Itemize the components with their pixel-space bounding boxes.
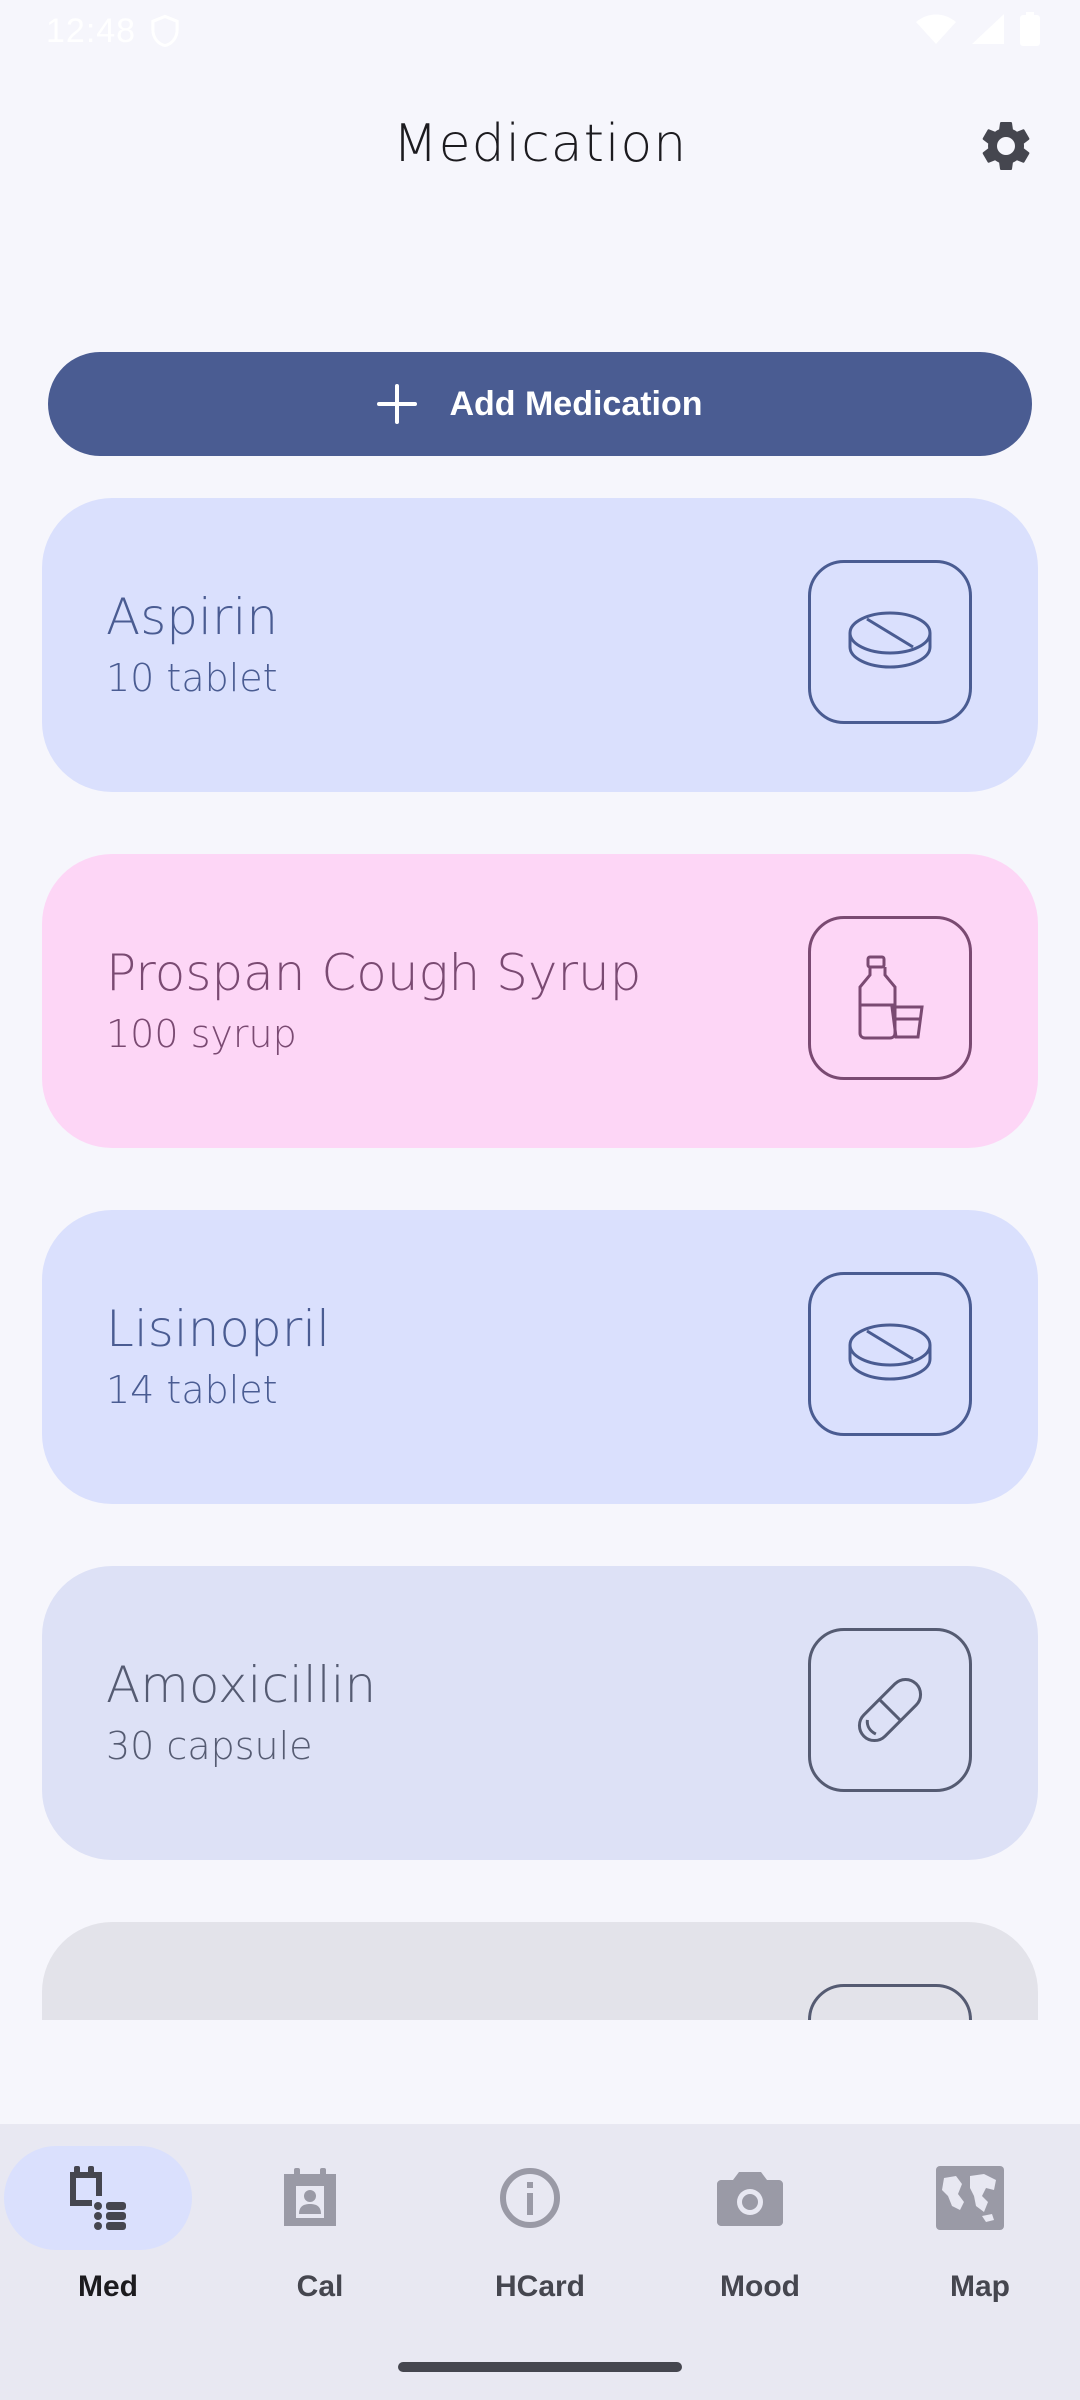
medication-card[interactable]: Aspirin 10 tablet — [42, 498, 1038, 792]
plus-icon — [377, 384, 418, 424]
medication-card[interactable]: Amoxicillin 30 capsule — [42, 1566, 1038, 1860]
nav-label: Med — [78, 2270, 138, 2303]
medication-amount: 10 tablet — [106, 656, 278, 700]
medication-card[interactable] — [42, 1922, 1038, 2020]
calendar-icon — [284, 2168, 336, 2226]
status-bar: 12:48 — [0, 0, 1080, 60]
nav-icon-holder — [876, 2146, 1064, 2250]
medication-name: Prospan Cough Syrup — [106, 944, 642, 1002]
nav-icon-holder — [436, 2146, 624, 2250]
capsule-icon — [857, 1677, 923, 1743]
settings-gear-icon[interactable] — [976, 116, 1036, 176]
medication-type-badge — [808, 916, 972, 1080]
medication-type-badge — [808, 1984, 972, 2020]
nav-icon-holder — [216, 2146, 404, 2250]
tablet-icon — [848, 1323, 932, 1381]
add-medication-label: Add Medication — [449, 384, 703, 423]
nav-item-mood[interactable]: Mood — [652, 2124, 868, 2324]
medication-amount: 100 syrup — [106, 1012, 297, 1056]
medication-list[interactable]: Aspirin 10 tablet Prospan Cough Syrup 10… — [42, 498, 1038, 2020]
medication-amount: 30 capsule — [106, 1724, 313, 1768]
medication-card[interactable]: Lisinopril 14 tablet — [42, 1210, 1038, 1504]
nav-item-cal[interactable]: Cal — [212, 2124, 428, 2324]
battery-icon — [1020, 12, 1040, 46]
cell-signal-icon — [972, 14, 1004, 44]
medication-name: Lisinopril — [106, 1300, 331, 1358]
medication-list-icon — [70, 2166, 126, 2230]
info-icon — [500, 2168, 560, 2228]
wifi-icon — [916, 14, 956, 44]
map-icon — [936, 2166, 1004, 2230]
nav-item-med[interactable]: Med — [0, 2124, 216, 2324]
medication-type-badge — [808, 560, 972, 724]
medication-type-badge — [808, 1272, 972, 1436]
nav-icon-holder — [656, 2146, 844, 2250]
medication-name: Amoxicillin — [106, 1656, 377, 1714]
nav-item-map[interactable]: Map — [872, 2124, 1080, 2324]
medication-name: Aspirin — [106, 588, 279, 646]
add-medication-button[interactable]: Add Medication — [48, 352, 1032, 456]
shield-icon — [151, 14, 179, 48]
nav-label: HCard — [494, 2270, 585, 2303]
nav-item-hcard[interactable]: HCard — [432, 2124, 648, 2324]
nav-label: Cal — [296, 2270, 344, 2303]
top-app-bar: Medication — [0, 90, 1080, 210]
syrup-icon — [858, 955, 924, 1040]
tablet-icon — [848, 611, 932, 669]
camera-icon — [717, 2172, 783, 2226]
nav-label: Mood — [720, 2270, 800, 2303]
nav-label: Map — [950, 2270, 1010, 2303]
medication-type-badge — [808, 1628, 972, 1792]
home-indicator[interactable] — [398, 2362, 682, 2372]
page-title: Medication — [392, 114, 688, 174]
medication-amount: 14 tablet — [106, 1368, 278, 1412]
status-time: 12:48 — [46, 12, 137, 50]
medication-card[interactable]: Prospan Cough Syrup 100 syrup — [42, 854, 1038, 1148]
nav-active-indicator — [4, 2146, 192, 2250]
bottom-navigation: Med Cal HCard Mood Map — [0, 2124, 1080, 2400]
